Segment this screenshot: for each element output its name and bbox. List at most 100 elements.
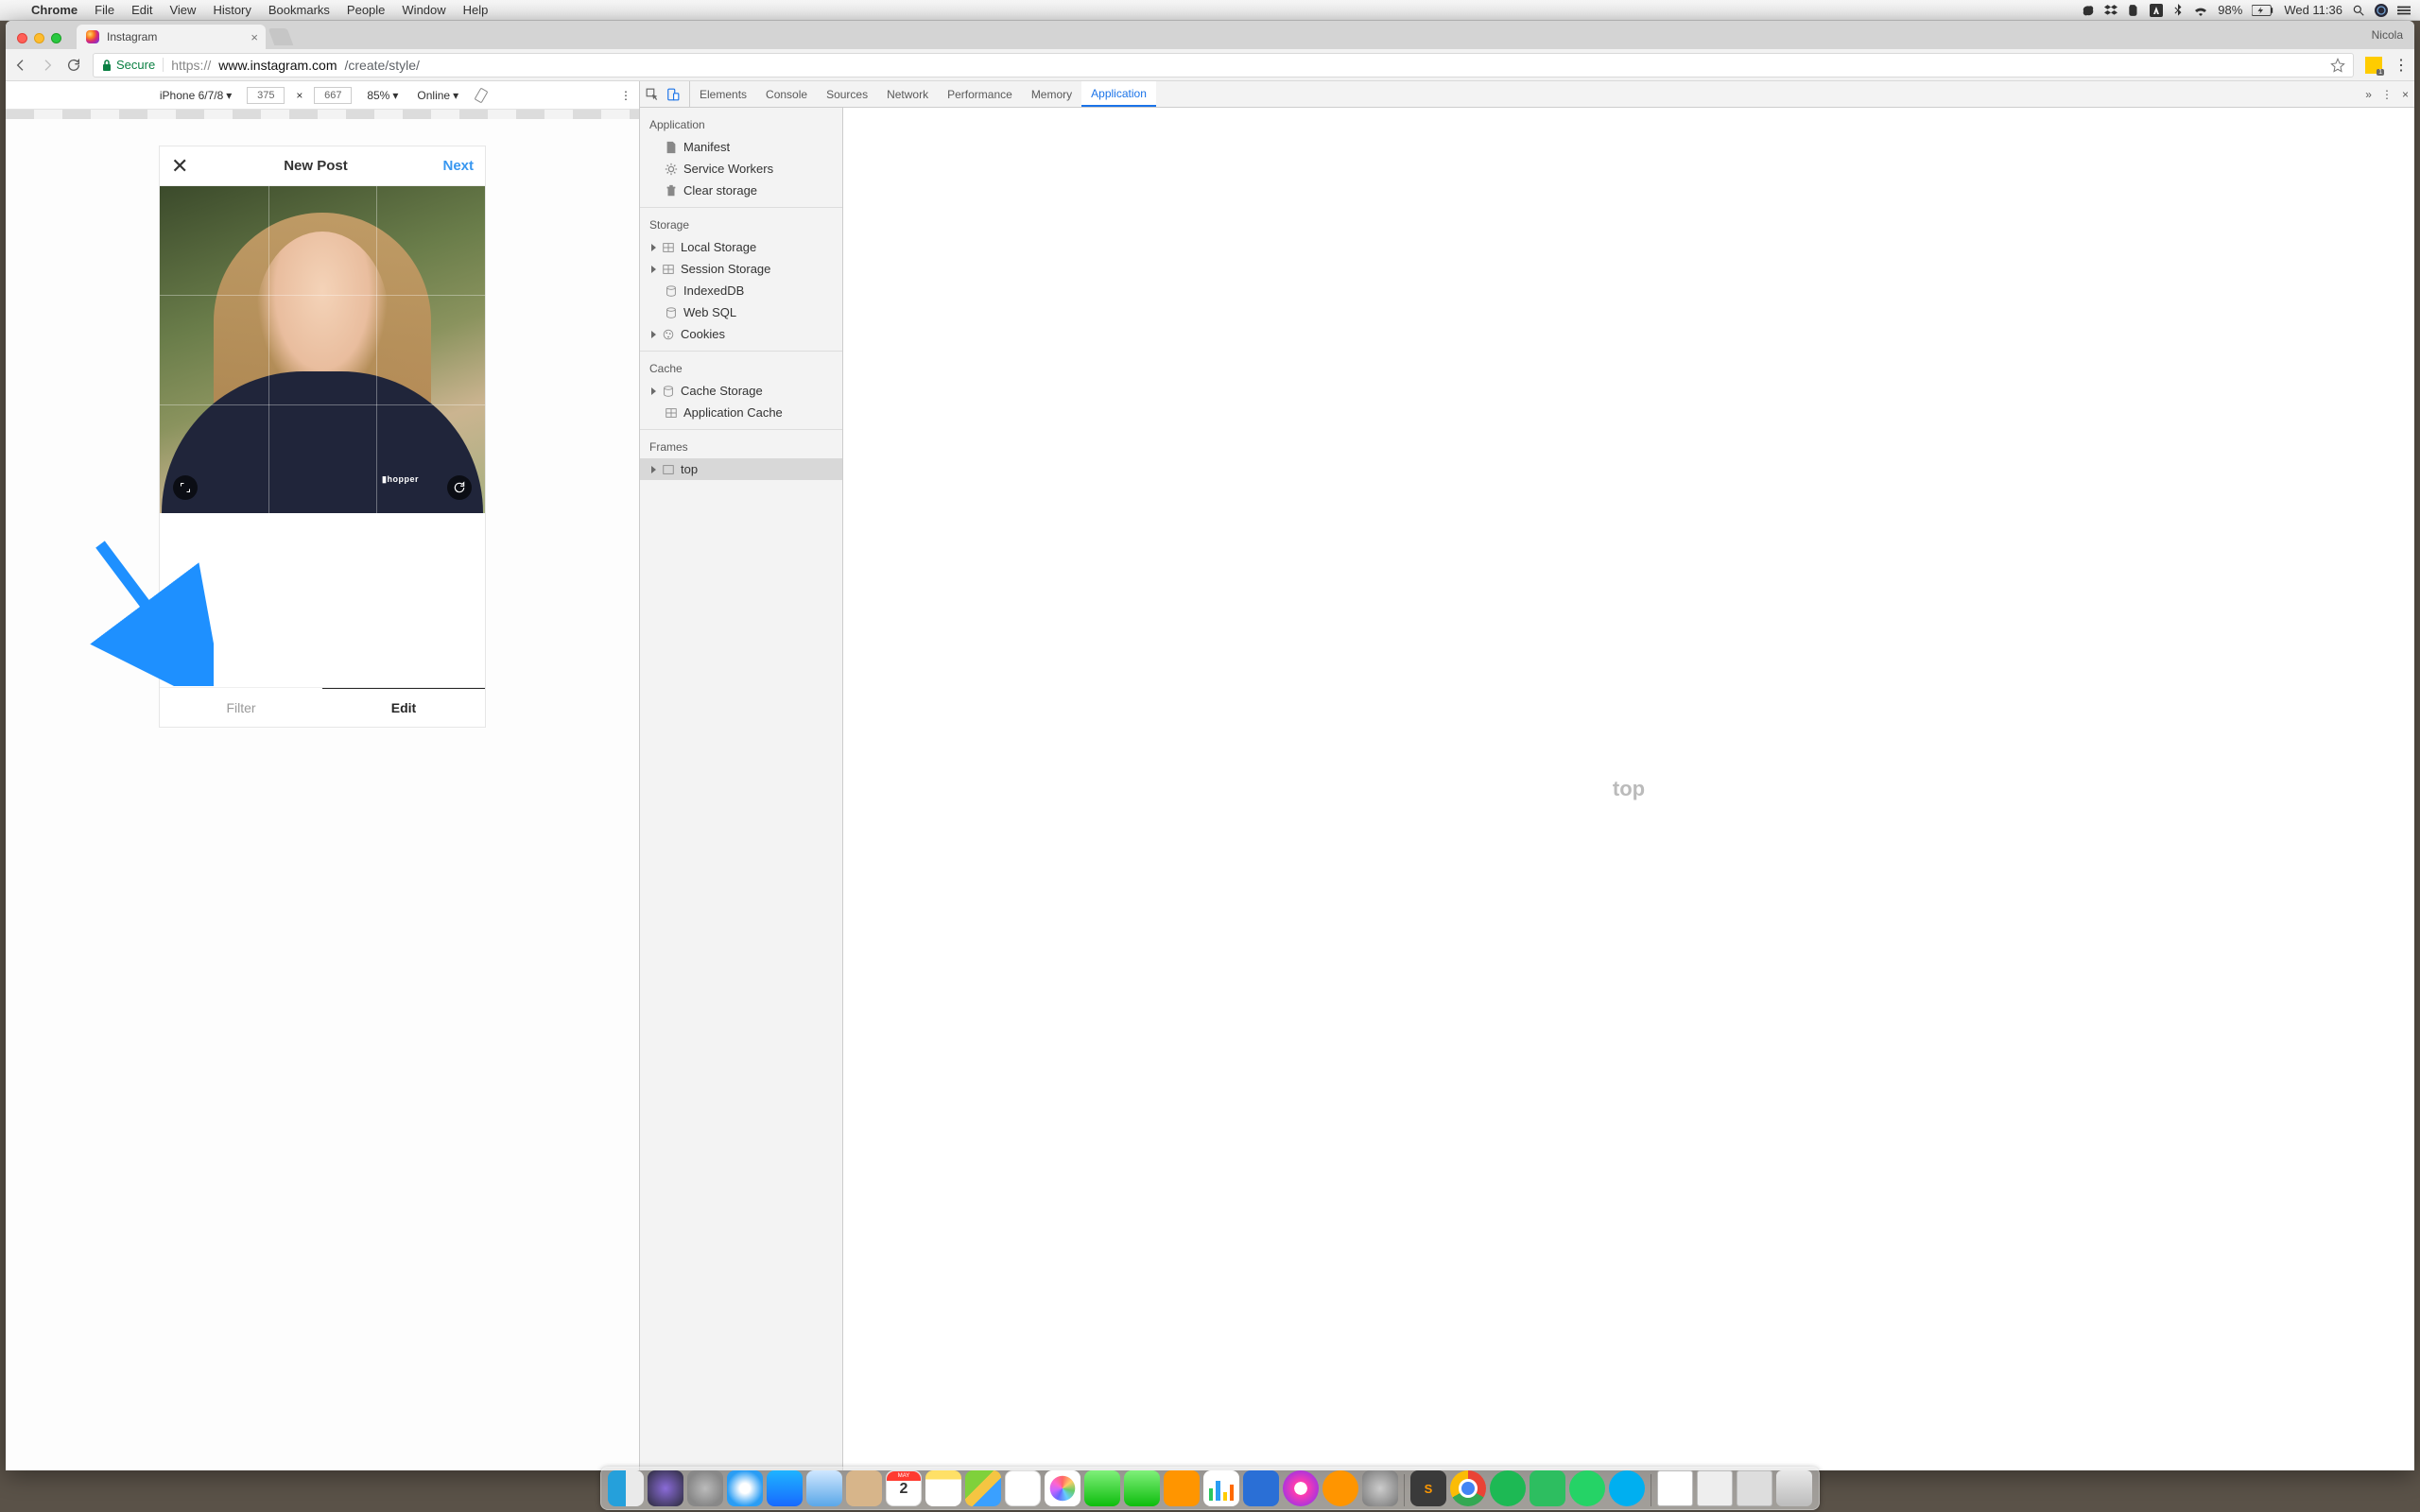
dock-app-ibooks[interactable]	[1164, 1470, 1200, 1506]
devtools-tab-memory[interactable]: Memory	[1022, 81, 1081, 107]
dock-app-spotify[interactable]	[1490, 1470, 1526, 1506]
menu-people[interactable]: People	[338, 3, 393, 17]
dt-item-service-workers[interactable]: Service Workers	[640, 158, 842, 180]
evernote-menubar-icon[interactable]	[2127, 4, 2140, 17]
menu-history[interactable]: History	[204, 3, 259, 17]
new-tab-button[interactable]	[268, 28, 294, 45]
dt-item-cookies[interactable]: Cookies	[640, 323, 842, 345]
window-minimize-button[interactable]	[34, 33, 44, 43]
dock-app-safari[interactable]	[727, 1470, 763, 1506]
notification-center-icon[interactable]	[2397, 5, 2411, 16]
menu-bookmarks[interactable]: Bookmarks	[260, 3, 338, 17]
dock-app-chrome[interactable]	[1450, 1470, 1486, 1506]
dock-minimized-2[interactable]	[1697, 1470, 1733, 1506]
dt-item-session-storage[interactable]: Session Storage	[640, 258, 842, 280]
dock-app-finder[interactable]	[608, 1470, 644, 1506]
menu-help[interactable]: Help	[455, 3, 497, 17]
dropbox-menubar-icon[interactable]	[2104, 4, 2118, 17]
menu-view[interactable]: View	[161, 3, 204, 17]
devtools-tab-application[interactable]: Application	[1081, 81, 1156, 107]
dock-app-messages[interactable]	[1084, 1470, 1120, 1506]
dock-app-whatsapp[interactable]	[1569, 1470, 1605, 1506]
devtools-tab-console[interactable]: Console	[756, 81, 817, 107]
chrome-profile-label[interactable]: Nicola	[2372, 28, 2403, 42]
bluetooth-menubar-icon[interactable]	[2172, 4, 2184, 17]
dock-app-preferences[interactable]	[1362, 1470, 1398, 1506]
dock-app-evernote[interactable]	[1530, 1470, 1565, 1506]
dt-item-frame-top[interactable]: top	[640, 458, 842, 480]
tab-close-button[interactable]: ×	[251, 30, 258, 44]
dock-app-calendar[interactable]: MAY2	[886, 1470, 922, 1506]
dock-app-appstore[interactable]	[767, 1470, 803, 1506]
dt-item-cache-storage[interactable]: Cache Storage	[640, 380, 842, 402]
dock-minimized-1[interactable]	[1657, 1470, 1693, 1506]
device-height-input[interactable]	[314, 87, 352, 104]
dock-trash-icon[interactable]	[1776, 1470, 1812, 1506]
dt-item-local-storage[interactable]: Local Storage	[640, 236, 842, 258]
device-width-input[interactable]	[247, 87, 285, 104]
window-zoom-button[interactable]	[51, 33, 61, 43]
menu-edit[interactable]: Edit	[123, 3, 161, 17]
spotlight-icon[interactable]	[2352, 4, 2365, 17]
devtools-overflow-button[interactable]: »	[2365, 88, 2372, 101]
dock-app-launchpad[interactable]	[687, 1470, 723, 1506]
nav-back-button[interactable]	[13, 58, 28, 73]
secure-indicator[interactable]: Secure	[101, 58, 164, 72]
ig-expand-button[interactable]	[173, 475, 198, 500]
dock-app-contacts[interactable]	[846, 1470, 882, 1506]
dock-app-reminders[interactable]	[1005, 1470, 1041, 1506]
dock-app-numbers[interactable]	[1203, 1470, 1239, 1506]
inspect-element-button[interactable]	[646, 88, 659, 101]
nav-reload-button[interactable]	[66, 58, 81, 73]
devtools-tab-sources[interactable]: Sources	[817, 81, 877, 107]
dt-item-clear-storage[interactable]: Clear storage	[640, 180, 842, 201]
devtools-tab-performance[interactable]: Performance	[938, 81, 1022, 107]
extension-badge-icon[interactable]	[2365, 57, 2382, 74]
dt-item-indexeddb[interactable]: IndexedDB	[640, 280, 842, 301]
dock-app-facetime[interactable]	[1124, 1470, 1160, 1506]
device-toggle-button[interactable]	[666, 88, 680, 101]
ig-photo-crop[interactable]: ▮hopper	[160, 186, 485, 513]
rotate-device-button[interactable]	[474, 88, 489, 103]
chrome-menu-button[interactable]: ⋮	[2394, 56, 2407, 75]
address-bar[interactable]: Secure https://www.instagram.com/create/…	[93, 53, 2354, 77]
ig-close-button[interactable]: ✕	[171, 154, 188, 179]
dock-app-siri[interactable]	[648, 1470, 683, 1506]
dock-app-notes[interactable]	[925, 1470, 961, 1506]
dock-app-skype[interactable]	[1609, 1470, 1645, 1506]
dt-item-websql[interactable]: Web SQL	[640, 301, 842, 323]
dock-app-keynote[interactable]	[1243, 1470, 1279, 1506]
ig-rotate-button[interactable]	[447, 475, 472, 500]
devtools-close-button[interactable]: ×	[2402, 88, 2409, 101]
wifi-menubar-icon[interactable]	[2193, 5, 2208, 16]
adobe-menubar-icon[interactable]	[2150, 4, 2163, 17]
menu-window[interactable]: Window	[393, 3, 454, 17]
dock-app-mail[interactable]	[806, 1470, 842, 1506]
menu-file[interactable]: File	[86, 3, 123, 17]
dock-app-sublime[interactable]: S	[1410, 1470, 1446, 1506]
siri-icon[interactable]	[2375, 4, 2388, 17]
device-selector[interactable]: iPhone 6/7/8 ▾	[156, 89, 235, 102]
menubar-clock[interactable]: Wed 11:36	[2284, 3, 2342, 17]
ig-tab-filter[interactable]: Filter	[160, 688, 322, 727]
battery-icon[interactable]	[2252, 5, 2274, 16]
nav-forward-button[interactable]	[40, 58, 55, 73]
dt-item-application-cache[interactable]: Application Cache	[640, 402, 842, 423]
dock-app-books[interactable]	[1322, 1470, 1358, 1506]
menu-app[interactable]: Chrome	[23, 3, 86, 17]
dt-item-manifest[interactable]: Manifest	[640, 136, 842, 158]
devtools-tab-network[interactable]: Network	[877, 81, 938, 107]
device-bar-more-button[interactable]: ⋮	[620, 89, 631, 102]
devtools-menu-button[interactable]: ⋮	[2381, 88, 2393, 101]
devtools-tab-elements[interactable]: Elements	[690, 81, 756, 107]
zoom-selector[interactable]: 85% ▾	[363, 89, 402, 102]
dock-minimized-3[interactable]	[1737, 1470, 1772, 1506]
ig-tab-edit[interactable]: Edit	[322, 688, 485, 727]
dock-app-maps[interactable]	[965, 1470, 1001, 1506]
skype-menubar-icon[interactable]	[2082, 4, 2095, 17]
dock-app-itunes[interactable]	[1283, 1470, 1319, 1506]
bookmark-star-icon[interactable]	[2330, 58, 2345, 73]
dock-app-photos[interactable]	[1045, 1470, 1080, 1506]
window-close-button[interactable]	[17, 33, 27, 43]
ig-next-button[interactable]: Next	[442, 158, 474, 174]
